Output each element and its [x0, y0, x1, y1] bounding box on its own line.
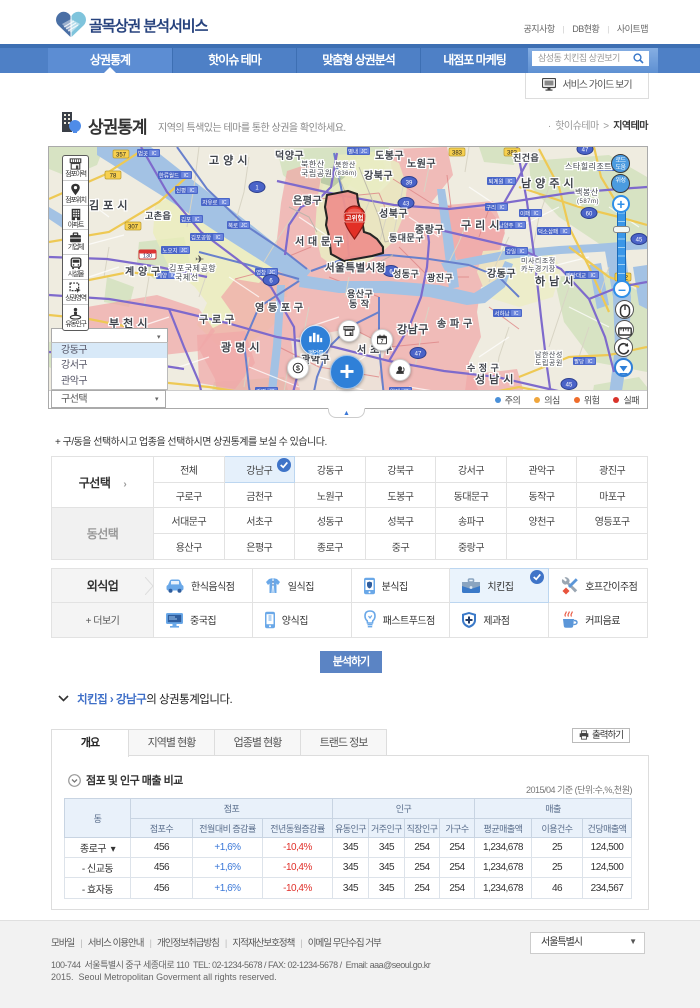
- svg-text:IC: IC: [216, 235, 221, 241]
- svg-text:신평: 신평: [176, 186, 186, 194]
- svg-text:IC: IC: [563, 229, 568, 235]
- svg-text:고 양 시: 고 양 시: [209, 153, 248, 167]
- svg-text:IC: IC: [520, 249, 525, 255]
- svg-text:송 파 구: 송 파 구: [437, 317, 473, 330]
- svg-text:130: 130: [143, 254, 152, 260]
- svg-text:IC: IC: [508, 179, 513, 185]
- svg-text:국제선: 국제선: [175, 273, 199, 282]
- svg-text:IC: IC: [222, 200, 227, 206]
- svg-text:성동구: 성동구: [393, 268, 419, 279]
- svg-text:북한산: 북한산: [301, 159, 325, 169]
- svg-text:구리: 구리: [486, 203, 496, 211]
- svg-text:하 남 시: 하 남 시: [535, 274, 574, 288]
- svg-text:IC: IC: [514, 311, 519, 317]
- svg-text:강남구: 강남구: [397, 322, 429, 336]
- svg-text:미사리조정: 미사리조정: [521, 256, 556, 265]
- svg-text:구 로 구: 구 로 구: [199, 314, 235, 326]
- svg-text:북로: 북로: [228, 222, 238, 229]
- svg-text:중랑구: 중랑구: [415, 224, 444, 236]
- svg-text:60: 60: [586, 211, 593, 217]
- svg-text:서울특별시청: 서울특별시청: [325, 261, 386, 274]
- svg-text:국립공원: 국립공원: [301, 169, 332, 178]
- svg-text:수 정 구: 수 정 구: [467, 362, 499, 373]
- svg-text:IC: IC: [518, 223, 523, 229]
- svg-text:✈: ✈: [195, 254, 204, 266]
- svg-text:영 등 포 구: 영 등 포 구: [255, 301, 304, 314]
- svg-text:IC: IC: [190, 188, 195, 194]
- svg-text:도봉구: 도봉구: [375, 150, 404, 162]
- svg-text:도립공원: 도립공원: [535, 358, 563, 367]
- svg-text:7: 7: [381, 339, 384, 345]
- svg-text:스타힐리조트: 스타힐리조트: [565, 161, 612, 171]
- svg-text:39: 39: [406, 180, 413, 186]
- svg-text:이패: 이패: [520, 209, 530, 217]
- svg-text:47: 47: [582, 147, 589, 153]
- svg-text:남한산성: 남한산성: [535, 350, 563, 359]
- svg-text:백봉산: 백봉산: [575, 187, 599, 197]
- svg-text:IC: IC: [152, 151, 157, 157]
- svg-text:광진구: 광진구: [427, 272, 453, 283]
- svg-text:강일: 강일: [506, 247, 516, 255]
- svg-text:IC: IC: [588, 359, 593, 365]
- svg-text:김포: 김포: [181, 216, 191, 223]
- svg-text:강북구: 강북구: [364, 169, 393, 182]
- svg-text:JC: JC: [181, 248, 188, 254]
- svg-text:서하남: 서하남: [494, 309, 509, 317]
- svg-text:덕소삼패: 덕소삼패: [538, 227, 558, 235]
- svg-text:법곳: 법곳: [138, 149, 148, 157]
- svg-text:김포공항: 김포공항: [191, 233, 211, 241]
- svg-text:팔당: 팔당: [574, 358, 584, 365]
- svg-text:은평구: 은평구: [293, 194, 322, 207]
- svg-text:광 명 시: 광 명 시: [221, 340, 260, 354]
- svg-text:78: 78: [110, 174, 117, 180]
- svg-text:북한산: 북한산: [335, 160, 356, 169]
- svg-text:JC: JC: [361, 149, 368, 155]
- svg-text:(587m): (587m): [577, 199, 599, 205]
- svg-text:강동구: 강동구: [487, 267, 516, 280]
- svg-text:357: 357: [116, 153, 127, 159]
- svg-text:덕양구: 덕양구: [275, 149, 304, 162]
- svg-text:IC: IC: [195, 217, 200, 223]
- svg-text:47: 47: [415, 351, 422, 357]
- svg-text:307: 307: [128, 225, 139, 231]
- svg-text:JC: JC: [241, 223, 248, 229]
- svg-text:구 리 시: 구 리 시: [461, 218, 500, 232]
- svg-text:383: 383: [452, 151, 463, 157]
- svg-text:남양주: 남양주: [498, 221, 513, 229]
- svg-text:고촌읍: 고촌읍: [145, 210, 171, 221]
- svg-text:성북구: 성북구: [379, 207, 408, 220]
- svg-text:43: 43: [403, 201, 410, 207]
- svg-text:$: $: [296, 365, 300, 372]
- svg-text:진건읍: 진건읍: [513, 152, 539, 163]
- svg-text:한류월드: 한류월드: [159, 171, 179, 179]
- svg-text:남 양 주 시: 남 양 주 시: [521, 176, 574, 190]
- svg-text:노원구: 노원구: [407, 157, 436, 170]
- svg-text:45: 45: [636, 237, 643, 243]
- svg-text:퇴계원: 퇴계원: [488, 177, 503, 185]
- svg-text:성 남 시: 성 남 시: [475, 372, 514, 386]
- svg-text:자유로: 자유로: [202, 198, 217, 206]
- svg-text:IC: IC: [500, 205, 505, 211]
- svg-text:계 양 구: 계 양 구: [125, 265, 161, 278]
- svg-text:영창: 영창: [256, 268, 266, 276]
- svg-text:김포국제공항: 김포국제공항: [169, 263, 216, 273]
- svg-text:IC: IC: [591, 273, 596, 279]
- svg-text:IC: IC: [184, 173, 189, 179]
- svg-text:김 포 시: 김 포 시: [89, 199, 128, 212]
- svg-text:45: 45: [566, 382, 573, 388]
- svg-text:서 대 문 구: 서 대 문 구: [295, 235, 344, 248]
- svg-text:노오지: 노오지: [162, 246, 177, 254]
- svg-text:고위험: 고위험: [346, 213, 364, 222]
- svg-text:IC: IC: [534, 211, 539, 217]
- svg-text:(836m): (836m): [335, 171, 357, 177]
- svg-text:별내: 별내: [348, 147, 358, 155]
- svg-text:용산구: 용산구: [347, 288, 373, 299]
- svg-text:카누경기장: 카누경기장: [521, 264, 556, 273]
- svg-text:동 작: 동 작: [349, 299, 370, 309]
